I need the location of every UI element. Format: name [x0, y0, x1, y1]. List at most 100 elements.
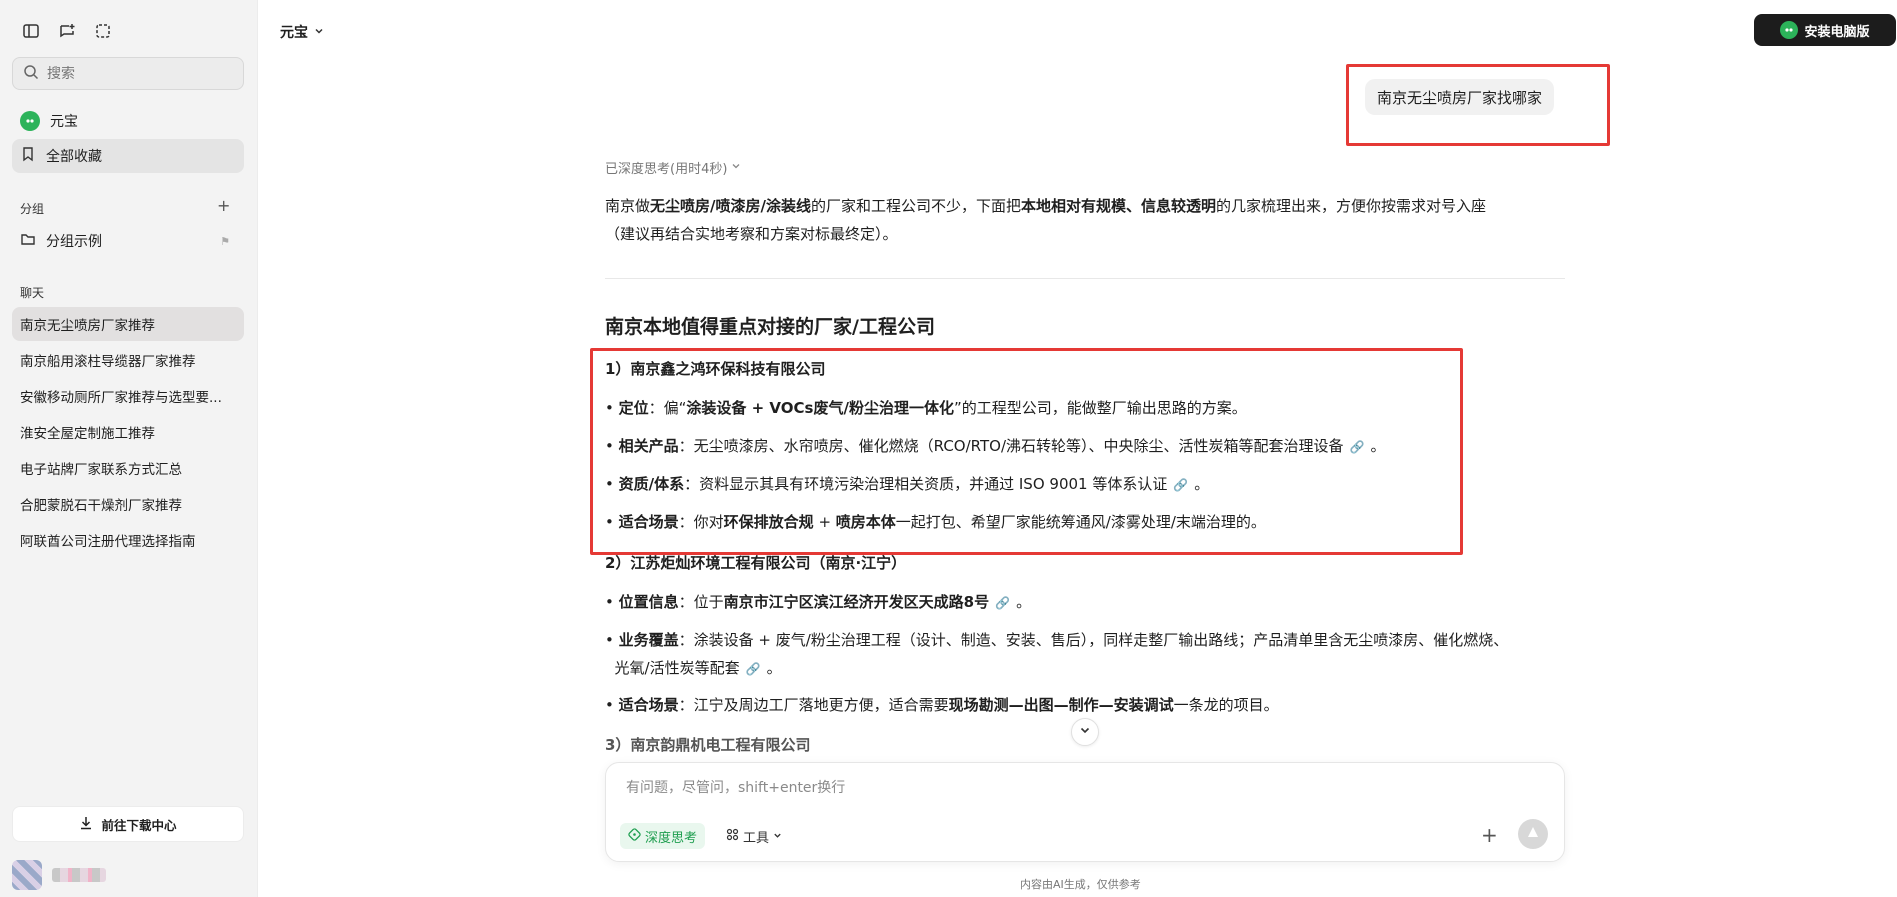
- bold-text: 涂装设备 + VOCs废气/粉尘治理一体化: [686, 399, 954, 417]
- link-icon[interactable]: 🔗: [746, 655, 761, 683]
- text: （建议再结合实地考察和方案对标最终定）。: [605, 225, 898, 243]
- sidebar: 元宝 全部收藏 分组 + 分组示例 ⚑ 聊天 南京无尘喷房厂家推荐 南京船用滚柱…: [0, 0, 258, 897]
- text: ：资料显示其具有环境污染治理相关资质，并通过 ISO 9001 等体系认证: [684, 475, 1168, 493]
- bold-text: 本地相对有规模、信息较透明: [1021, 197, 1217, 215]
- group-item-label: 分组示例: [46, 234, 102, 250]
- text: ：你对: [678, 513, 724, 531]
- text: 。: [1194, 475, 1210, 493]
- bold-text: 喷房本体: [835, 513, 896, 531]
- company-title: 3）南京韵鼎机电工程有限公司: [605, 736, 811, 754]
- user-profile[interactable]: [12, 860, 106, 890]
- section-heading: 南京本地值得重点对接的厂家/工程公司: [605, 316, 935, 338]
- text: ：偏“: [648, 399, 687, 417]
- add-group-icon[interactable]: +: [217, 196, 230, 215]
- text: 光氧/活性炭等配套: [614, 659, 740, 677]
- text: 的几家梳理出来，方便你按需求对号入座: [1216, 197, 1487, 215]
- chat-item[interactable]: 淮安全屋定制施工推荐: [12, 415, 244, 449]
- chevron-down-icon: [731, 160, 741, 175]
- new-chat-icon[interactable]: [56, 20, 78, 42]
- attach-plus-icon[interactable]: +: [1481, 823, 1498, 847]
- text: 一条龙的项目。: [1173, 696, 1279, 714]
- chat-item[interactable]: 电子站牌厂家联系方式汇总: [12, 451, 244, 485]
- text: ：位于: [678, 593, 724, 611]
- download-icon: [79, 816, 93, 833]
- link-icon[interactable]: 🔗: [1350, 433, 1365, 461]
- search-input[interactable]: [47, 65, 227, 82]
- company-title: 1）南京鑫之鸿环保科技有限公司: [605, 360, 826, 378]
- text: ”的工程型公司，能做整厂输出思路的方案。: [953, 399, 1247, 417]
- bold-text: 现场勘测—出图—制作—安装调试: [948, 696, 1174, 714]
- text: 的厂家和工程公司不少，下面把: [810, 197, 1021, 215]
- chevron-down-icon: [1079, 724, 1091, 740]
- text: ：江宁及周边工厂落地更方便，适合需要: [678, 696, 949, 714]
- search-box[interactable]: [12, 57, 244, 90]
- bullet-item: • 位置信息：位于南京市江宁区滨江经济开发区天成路8号 🔗。: [605, 588, 1565, 617]
- text: ：无尘喷漆房、水帘喷房、催化燃烧（RCO/RTO/沸石转轮等）、中央除尘、活性炭…: [678, 437, 1344, 455]
- bullet-label: 定位: [618, 399, 649, 417]
- text: 。: [1016, 593, 1032, 611]
- atom-icon: [628, 827, 641, 845]
- bullet-label: 资质/体系: [618, 475, 685, 493]
- send-button[interactable]: [1518, 819, 1548, 849]
- bookmark-icon: [20, 146, 36, 166]
- deep-think-label: 深度思考: [645, 830, 698, 846]
- bullet-item: • 业务覆盖：涂装设备 + 废气/粉尘治理工程（设计、制造、安装、售后），同样走…: [605, 626, 1565, 683]
- pin-icon[interactable]: ⚑: [220, 235, 230, 248]
- nav-label: 元宝: [50, 114, 78, 130]
- scroll-down-button[interactable]: [1071, 718, 1099, 746]
- model-title: 元宝: [280, 25, 308, 41]
- bullet-label: 适合场景: [618, 696, 679, 714]
- yuanbao-logo-icon: [20, 111, 40, 131]
- send-arrow-icon: [1526, 825, 1540, 843]
- chat-item[interactable]: 南京船用滚柱导缆器厂家推荐: [12, 343, 244, 377]
- chevron-down-icon: [314, 24, 324, 40]
- nav-label: 全部收藏: [46, 149, 102, 165]
- download-label: 前往下载中心: [101, 817, 177, 833]
- bullet-label: 适合场景: [618, 513, 679, 531]
- install-desktop-button[interactable]: 安装电脑版: [1754, 14, 1896, 46]
- sidebar-toggle-icon[interactable]: [20, 20, 42, 42]
- bullet-item: • 相关产品：无尘喷漆房、水帘喷房、催化燃烧（RCO/RTO/沸石转轮等）、中央…: [605, 432, 1565, 461]
- tools-dropdown[interactable]: 工具: [726, 823, 782, 849]
- tools-icon: [726, 828, 739, 845]
- yuanbao-logo-icon: [1780, 21, 1799, 39]
- link-icon[interactable]: 🔗: [995, 589, 1010, 617]
- user-message: 南京无尘喷房厂家找哪家: [1365, 79, 1555, 115]
- sidebar-toolbar: [20, 20, 114, 42]
- nav-favorites[interactable]: 全部收藏: [12, 139, 244, 173]
- company-title: 2）江苏炬灿环境工程有限公司（南京·江宁）: [605, 554, 907, 572]
- chat-item[interactable]: 南京无尘喷房厂家推荐: [12, 307, 244, 341]
- folder-icon: [20, 231, 36, 251]
- chat-item[interactable]: 阿联酋公司注册代理选择指南: [12, 523, 244, 557]
- thinking-toggle[interactable]: 已深度思考(用时4秒): [605, 158, 741, 177]
- chat-item[interactable]: 合肥蒙脱石干燥剂厂家推荐: [12, 487, 244, 521]
- username-blurred: [52, 868, 106, 882]
- download-center-button[interactable]: 前往下载中心: [12, 806, 244, 842]
- nav-yuanbao[interactable]: 元宝: [12, 104, 244, 138]
- text: +: [813, 513, 836, 531]
- search-icon: [23, 64, 39, 84]
- text: ：涂装设备 + 废气/粉尘治理工程（设计、制造、安装、售后），同样走整厂输出路线…: [678, 631, 1509, 649]
- text: 南京做: [605, 197, 651, 215]
- bullet-item: • 适合场景：江宁及周边工厂落地更方便，适合需要现场勘测—出图—制作—安装调试一…: [605, 696, 1279, 714]
- avatar[interactable]: [12, 860, 42, 890]
- text: 。: [766, 659, 782, 677]
- tools-label: 工具: [743, 830, 770, 846]
- composer: 深度思考 工具 +: [605, 762, 1565, 862]
- message-input[interactable]: [626, 777, 1526, 801]
- deep-think-toggle[interactable]: 深度思考: [620, 823, 706, 849]
- select-icon[interactable]: [92, 20, 114, 42]
- group-section-label: 分组: [20, 202, 45, 216]
- bullet-label: 相关产品: [618, 437, 679, 455]
- chat-section-label: 聊天: [20, 286, 45, 300]
- bullet-item: • 定位：偏“涂装设备 + VOCs废气/粉尘治理一体化”的工程型公司，能做整厂…: [605, 399, 1247, 417]
- link-icon[interactable]: 🔗: [1173, 471, 1188, 499]
- text: 一起打包、希望厂家能统筹通风/漆雾处理/末端治理的。: [895, 513, 1266, 531]
- chat-item[interactable]: 安徽移动厕所厂家推荐与选型要...: [12, 379, 244, 413]
- bold-text: 环保排放合规: [723, 513, 814, 531]
- model-selector[interactable]: 元宝: [280, 22, 324, 42]
- thinking-label: 已深度思考(用时4秒): [605, 162, 728, 177]
- group-item[interactable]: 分组示例 ⚑: [12, 224, 244, 258]
- bullet-item: • 适合场景：你对环保排放合规 + 喷房本体一起打包、希望厂家能统筹通风/漆雾处…: [605, 513, 1266, 531]
- intro-paragraph: 南京做无尘喷房/喷漆房/涂装线的厂家和工程公司不少，下面把本地相对有规模、信息较…: [605, 192, 1565, 248]
